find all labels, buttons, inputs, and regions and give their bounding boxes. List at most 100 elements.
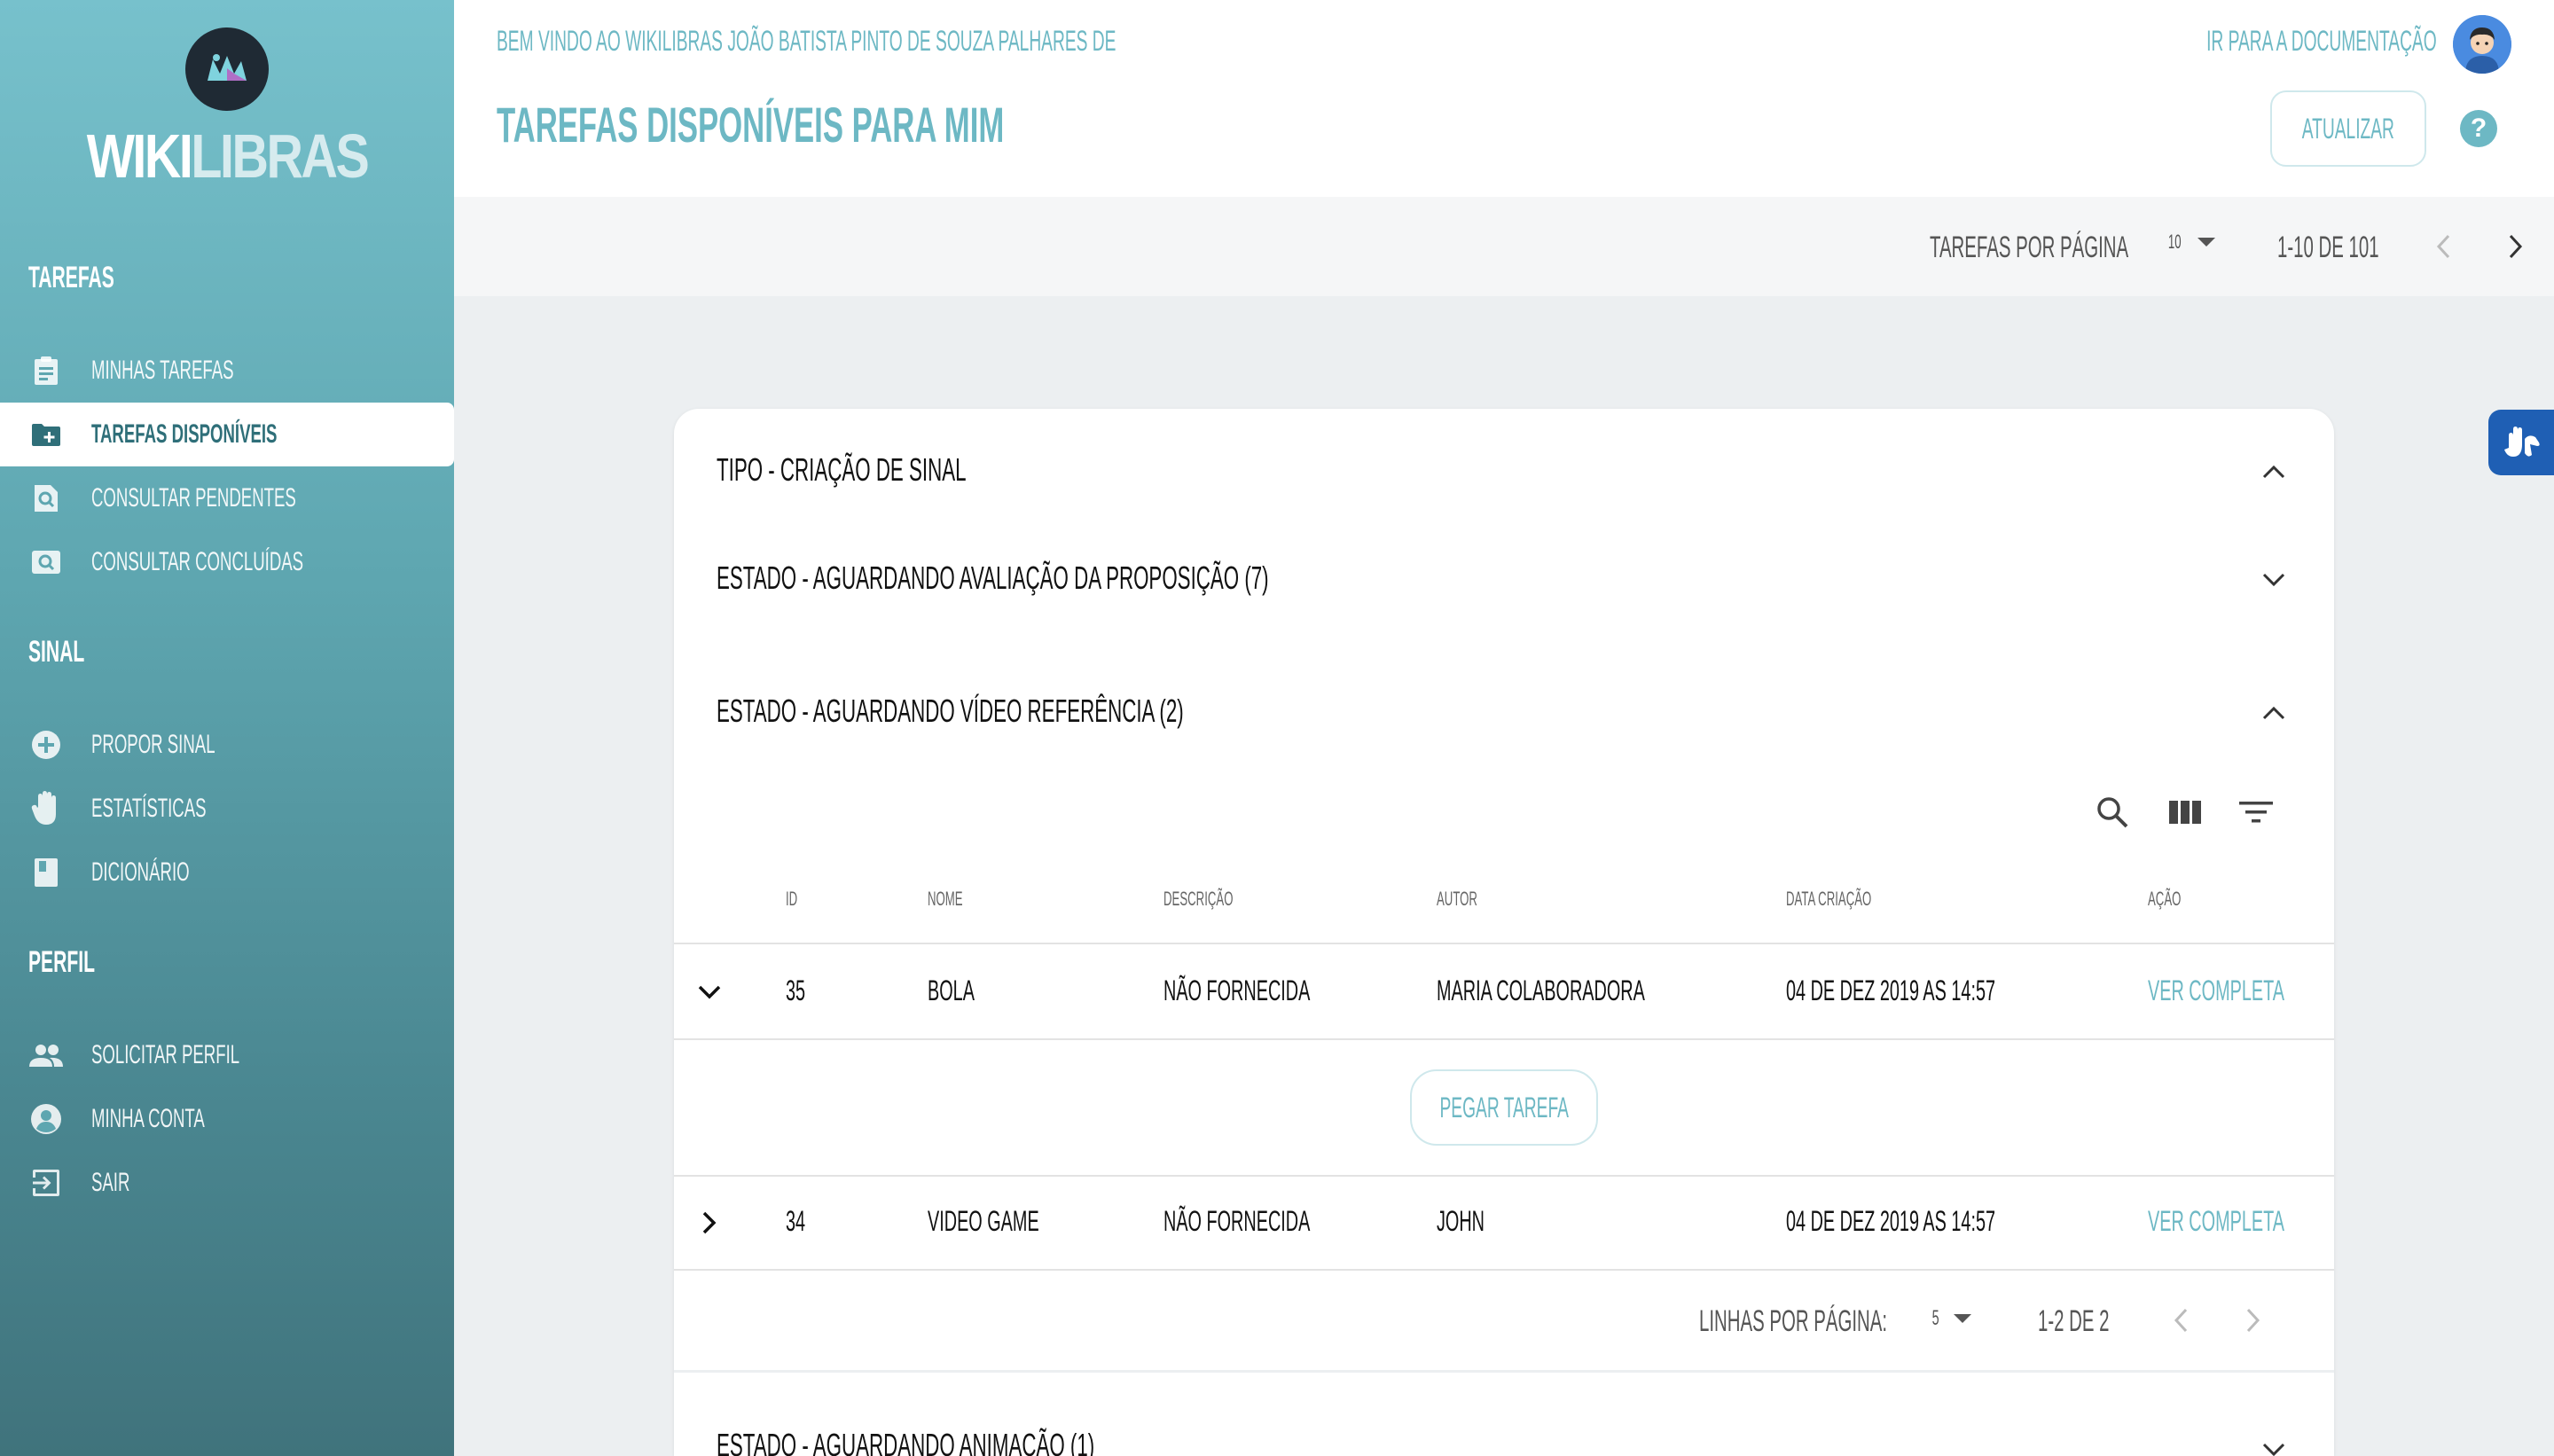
column-header-id[interactable]: ID xyxy=(786,888,797,911)
tasks-per-page-select[interactable]: 10 xyxy=(2164,231,2216,254)
cell-id: 35 xyxy=(786,975,806,1006)
add-circle-icon xyxy=(28,727,64,763)
welcome-message: BEM VINDO AO WIKILIBRAS JOÃO BATISTA PIN… xyxy=(497,25,1116,57)
sidebar-item-estatisticas[interactable]: ESTATÍSTICAS xyxy=(0,777,454,841)
column-header-autor[interactable]: AUTOR xyxy=(1437,888,1477,911)
cell-autor: MARIA COLABORADORA xyxy=(1437,975,1645,1006)
cell-data: 04 DE DEZ 2019 AS 14:57 xyxy=(1786,1205,1996,1237)
sidebar-item-tarefas-disponiveis[interactable]: TAREFAS DISPONÍVEIS xyxy=(0,403,454,466)
clipboard-icon xyxy=(28,353,64,388)
caret-down-icon xyxy=(1954,1314,1972,1323)
sidebar-item-label: SOLICITAR PERFIL xyxy=(91,1040,240,1069)
column-header-acao[interactable]: AÇÃO xyxy=(2148,888,2181,911)
sidebar-section-sinal: SINAL xyxy=(28,635,85,669)
search-document-icon xyxy=(28,481,64,516)
sidebar-section-tarefas: TAREFAS xyxy=(28,261,114,294)
filter-list-icon[interactable] xyxy=(2235,791,2277,834)
sidebar-item-sair[interactable]: SAIR xyxy=(0,1151,454,1215)
caret-down-icon xyxy=(2198,238,2216,247)
rows-per-page-value: 5 xyxy=(1931,1306,1939,1330)
pagination-bar: TAREFAS POR PÁGINA 10 1-10 DE 101 xyxy=(454,197,2554,296)
chevron-up-icon[interactable] xyxy=(2256,454,2292,489)
search-image-icon xyxy=(28,544,64,580)
cell-nome: VIDEO GAME xyxy=(928,1205,1039,1237)
cell-descricao: NÃO FORNECIDA xyxy=(1163,1205,1311,1237)
cell-nome: BOLA xyxy=(928,975,975,1006)
chevron-up-icon[interactable] xyxy=(2256,695,2292,731)
exit-icon xyxy=(28,1165,64,1201)
sidebar-item-minhas-tarefas[interactable]: MINHAS TAREFAS xyxy=(0,339,454,403)
tasks-per-page-value: 10 xyxy=(2167,231,2182,253)
previous-page-icon[interactable] xyxy=(2426,229,2462,264)
sidebar-item-minha-conta[interactable]: MINHA CONTA xyxy=(0,1087,454,1151)
take-task-button[interactable]: PEGAR TAREFA xyxy=(1410,1069,1598,1146)
state-panel-title-animacao[interactable]: ESTADO - AGUARDANDO ANIMAÇÃO (1) xyxy=(717,1427,1094,1456)
next-page-icon[interactable] xyxy=(2497,229,2533,264)
divider xyxy=(674,943,2334,944)
people-icon xyxy=(28,1037,64,1073)
sidebar-item-label: PROPOR SINAL xyxy=(91,730,215,759)
task-card: TIPO - CRIAÇÃO DE SINAL ESTADO - AGUARDA… xyxy=(674,409,2334,1456)
cell-data: 04 DE DEZ 2019 AS 14:57 xyxy=(1786,975,1996,1006)
sidebar-item-label: SAIR xyxy=(91,1168,130,1197)
chevron-down-icon[interactable] xyxy=(2256,1432,2292,1456)
table-pagination-range: 1-2 DE 2 xyxy=(2038,1304,2110,1338)
divider xyxy=(674,1370,2334,1373)
logo-icon[interactable] xyxy=(185,27,269,111)
help-icon-glyph: ? xyxy=(2470,114,2487,143)
book-icon xyxy=(28,855,64,890)
chevron-down-icon[interactable] xyxy=(690,973,729,1012)
sidebar-item-dicionario[interactable]: DICIONÁRIO xyxy=(0,841,454,904)
column-header-data-criacao[interactable]: DATA CRIAÇÃO xyxy=(1786,888,1871,911)
search-icon[interactable] xyxy=(2091,791,2134,834)
divider xyxy=(674,1269,2334,1271)
sidebar-item-label: DICIONÁRIO xyxy=(91,857,190,887)
avatar[interactable] xyxy=(2453,15,2511,74)
sidebar: WIKILIBRAS TAREFAS MINHAS TAREFAS TAREFA… xyxy=(0,0,454,1456)
cell-autor: JOHN xyxy=(1437,1205,1485,1237)
sidebar-item-solicitar-perfil[interactable]: SOLICITAR PERFIL xyxy=(0,1023,454,1087)
sidebar-item-label: MINHA CONTA xyxy=(91,1104,205,1133)
folder-add-icon xyxy=(28,417,64,452)
view-complete-link[interactable]: VER COMPLETA xyxy=(2148,975,2284,1007)
state-panel-title-video[interactable]: ESTADO - AGUARDANDO VÍDEO REFERÊNCIA (2) xyxy=(717,693,1184,730)
header: BEM VINDO AO WIKILIBRAS JOÃO BATISTA PIN… xyxy=(454,0,2554,197)
sidebar-item-consultar-concluidas[interactable]: CONSULTAR CONCLUÍDAS xyxy=(0,530,454,594)
help-icon[interactable]: ? xyxy=(2460,110,2497,147)
sidebar-item-propor-sinal[interactable]: PROPOR SINAL xyxy=(0,713,454,777)
take-task-button-label: PEGAR TAREFA xyxy=(1439,1091,1569,1123)
column-header-nome[interactable]: NOME xyxy=(928,888,963,911)
sidebar-item-label: MINHAS TAREFAS xyxy=(91,356,234,385)
logo-wordmark: WIKILIBRAS xyxy=(86,121,370,191)
cell-id: 34 xyxy=(786,1205,806,1237)
sidebar-item-label: CONSULTAR PENDENTES xyxy=(91,483,296,513)
state-panel-title-avaliacao[interactable]: ESTADO - AGUARDANDO AVALIAÇÃO DA PROPOSI… xyxy=(717,560,1269,597)
cell-descricao: NÃO FORNECIDA xyxy=(1163,975,1311,1006)
sidebar-item-label: ESTATÍSTICAS xyxy=(91,794,207,823)
sidebar-item-consultar-pendentes[interactable]: CONSULTAR PENDENTES xyxy=(0,466,454,530)
previous-page-icon[interactable] xyxy=(2164,1303,2199,1338)
sidebar-item-label: TAREFAS DISPONÍVEIS xyxy=(91,419,278,449)
divider xyxy=(674,1038,2334,1040)
chevron-right-icon[interactable] xyxy=(690,1203,729,1242)
account-circle-icon xyxy=(28,1101,64,1137)
tasks-per-page-label: TAREFAS POR PÁGINA xyxy=(1930,231,2129,264)
refresh-button[interactable]: ATUALIZAR xyxy=(2270,90,2426,167)
sidebar-section-perfil: PERFIL xyxy=(28,945,95,979)
sidebar-item-label: CONSULTAR CONCLUÍDAS xyxy=(91,547,304,576)
refresh-button-label: ATUALIZAR xyxy=(2301,112,2395,145)
pagination-range: 1-10 DE 101 xyxy=(2277,231,2379,264)
hand-icon xyxy=(28,791,64,826)
view-complete-link[interactable]: VER COMPLETA xyxy=(2148,1205,2284,1238)
type-panel-title: TIPO - CRIAÇÃO DE SINAL xyxy=(717,451,967,488)
column-header-descricao[interactable]: DESCRIÇÃO xyxy=(1163,888,1233,911)
documentation-link[interactable]: IR PARA A DOCUMENTAÇÃO xyxy=(2206,25,2437,58)
next-page-icon[interactable] xyxy=(2235,1303,2270,1338)
rows-per-page-select[interactable]: 5 xyxy=(1930,1306,1972,1331)
chevron-down-icon[interactable] xyxy=(2256,562,2292,598)
rows-per-page-label: LINHAS POR PÁGINA: xyxy=(1699,1304,1887,1338)
page-title: TAREFAS DISPONÍVEIS PARA MIM xyxy=(497,97,1005,153)
divider xyxy=(674,1175,2334,1177)
accessibility-hands-icon[interactable] xyxy=(2488,410,2554,475)
view-columns-icon[interactable] xyxy=(2164,791,2206,834)
